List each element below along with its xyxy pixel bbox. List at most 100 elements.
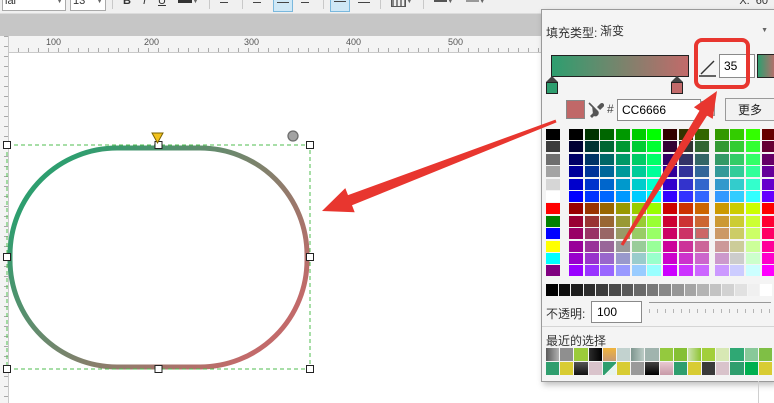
color-swatch[interactable] bbox=[663, 253, 677, 264]
color-swatch[interactable] bbox=[663, 154, 677, 165]
color-swatch[interactable] bbox=[695, 166, 709, 177]
color-swatch[interactable] bbox=[616, 141, 630, 152]
color-swatch[interactable] bbox=[697, 284, 709, 296]
color-swatch[interactable] bbox=[695, 253, 709, 264]
color-swatch[interactable] bbox=[663, 228, 677, 239]
color-swatch[interactable] bbox=[688, 348, 701, 361]
color-swatch[interactable] bbox=[730, 265, 744, 276]
color-swatch[interactable] bbox=[679, 191, 693, 202]
underline-button[interactable]: U bbox=[154, 0, 170, 12]
color-swatch[interactable] bbox=[695, 129, 709, 140]
color-swatch[interactable] bbox=[762, 191, 774, 202]
color-swatch[interactable] bbox=[546, 203, 560, 214]
color-swatch[interactable] bbox=[632, 154, 646, 165]
color-swatch[interactable] bbox=[589, 348, 602, 361]
font-size-combo[interactable]: 13 ▼ bbox=[70, 0, 106, 11]
color-swatch[interactable] bbox=[647, 179, 661, 190]
color-swatch[interactable] bbox=[730, 191, 744, 202]
color-swatch[interactable] bbox=[600, 265, 614, 276]
color-swatch[interactable] bbox=[596, 284, 608, 296]
color-swatch[interactable] bbox=[746, 166, 760, 177]
color-swatch[interactable] bbox=[730, 166, 744, 177]
color-swatch[interactable] bbox=[574, 362, 587, 375]
color-swatch[interactable] bbox=[716, 362, 729, 375]
color-swatch[interactable] bbox=[730, 141, 744, 152]
color-swatch[interactable] bbox=[546, 241, 560, 252]
color-swatch[interactable] bbox=[715, 241, 729, 252]
color-swatch[interactable] bbox=[730, 179, 744, 190]
valign-bottom-button[interactable] bbox=[354, 0, 374, 12]
color-swatch[interactable] bbox=[746, 216, 760, 227]
color-swatch[interactable] bbox=[679, 253, 693, 264]
color-swatch[interactable] bbox=[603, 348, 616, 361]
color-swatch[interactable] bbox=[632, 216, 646, 227]
color-swatch[interactable] bbox=[715, 228, 729, 239]
rotation-handle[interactable] bbox=[288, 131, 298, 141]
color-swatch[interactable] bbox=[716, 348, 729, 361]
color-swatch[interactable] bbox=[616, 216, 630, 227]
color-swatch[interactable] bbox=[585, 166, 599, 177]
gradient-preview-bar[interactable] bbox=[551, 55, 689, 77]
align-left-button[interactable] bbox=[249, 0, 269, 12]
color-swatch[interactable] bbox=[569, 129, 583, 140]
opacity-input[interactable] bbox=[591, 301, 642, 323]
color-swatch[interactable] bbox=[679, 228, 693, 239]
color-swatch[interactable] bbox=[663, 216, 677, 227]
color-swatch[interactable] bbox=[559, 284, 571, 296]
color-swatch[interactable] bbox=[730, 228, 744, 239]
color-swatch[interactable] bbox=[546, 265, 560, 276]
color-swatch[interactable] bbox=[616, 154, 630, 165]
color-swatch[interactable] bbox=[663, 241, 677, 252]
color-swatch[interactable] bbox=[600, 203, 614, 214]
align-center-button[interactable] bbox=[273, 0, 293, 12]
color-swatch[interactable] bbox=[762, 216, 774, 227]
color-swatch[interactable] bbox=[759, 348, 772, 361]
color-swatch[interactable] bbox=[546, 228, 560, 239]
color-swatch[interactable] bbox=[569, 191, 583, 202]
color-swatch[interactable] bbox=[762, 129, 774, 140]
no-color-button[interactable] bbox=[700, 101, 715, 116]
color-swatch[interactable] bbox=[762, 228, 774, 239]
color-swatch[interactable] bbox=[616, 241, 630, 252]
more-colors-button[interactable]: 更多 bbox=[725, 98, 774, 121]
color-swatch[interactable] bbox=[659, 284, 671, 296]
color-swatch[interactable] bbox=[695, 216, 709, 227]
color-swatch[interactable] bbox=[600, 253, 614, 264]
color-swatch[interactable] bbox=[647, 203, 661, 214]
color-swatch[interactable] bbox=[715, 129, 729, 140]
color-swatch[interactable] bbox=[702, 348, 715, 361]
color-swatch[interactable] bbox=[616, 203, 630, 214]
color-swatch[interactable] bbox=[647, 216, 661, 227]
color-swatch[interactable] bbox=[600, 129, 614, 140]
color-swatch[interactable] bbox=[585, 203, 599, 214]
color-swatch[interactable] bbox=[600, 154, 614, 165]
color-swatch[interactable] bbox=[574, 348, 587, 361]
color-swatch[interactable] bbox=[695, 241, 709, 252]
color-swatch[interactable] bbox=[546, 154, 560, 165]
color-swatch[interactable] bbox=[695, 141, 709, 152]
color-swatch[interactable] bbox=[632, 141, 646, 152]
color-swatch[interactable] bbox=[762, 166, 774, 177]
color-swatch[interactable] bbox=[569, 166, 583, 177]
color-swatch[interactable] bbox=[632, 253, 646, 264]
color-swatch[interactable] bbox=[674, 348, 687, 361]
color-swatch[interactable] bbox=[746, 203, 760, 214]
color-swatch[interactable] bbox=[762, 253, 774, 264]
color-swatch[interactable] bbox=[660, 362, 673, 375]
color-swatch[interactable] bbox=[603, 362, 616, 375]
color-swatch[interactable] bbox=[632, 241, 646, 252]
color-swatch[interactable] bbox=[663, 203, 677, 214]
resize-handle[interactable] bbox=[307, 366, 314, 373]
color-swatch[interactable] bbox=[672, 284, 684, 296]
color-swatch[interactable] bbox=[730, 253, 744, 264]
color-swatch[interactable] bbox=[600, 216, 614, 227]
color-swatch[interactable] bbox=[585, 216, 599, 227]
color-swatch[interactable] bbox=[589, 362, 602, 375]
color-swatch[interactable] bbox=[647, 241, 661, 252]
color-swatch[interactable] bbox=[647, 284, 659, 296]
opacity-slider[interactable] bbox=[649, 302, 771, 315]
color-swatch[interactable] bbox=[609, 284, 621, 296]
color-swatch[interactable] bbox=[632, 228, 646, 239]
color-swatch[interactable] bbox=[617, 348, 630, 361]
color-swatch[interactable] bbox=[695, 265, 709, 276]
